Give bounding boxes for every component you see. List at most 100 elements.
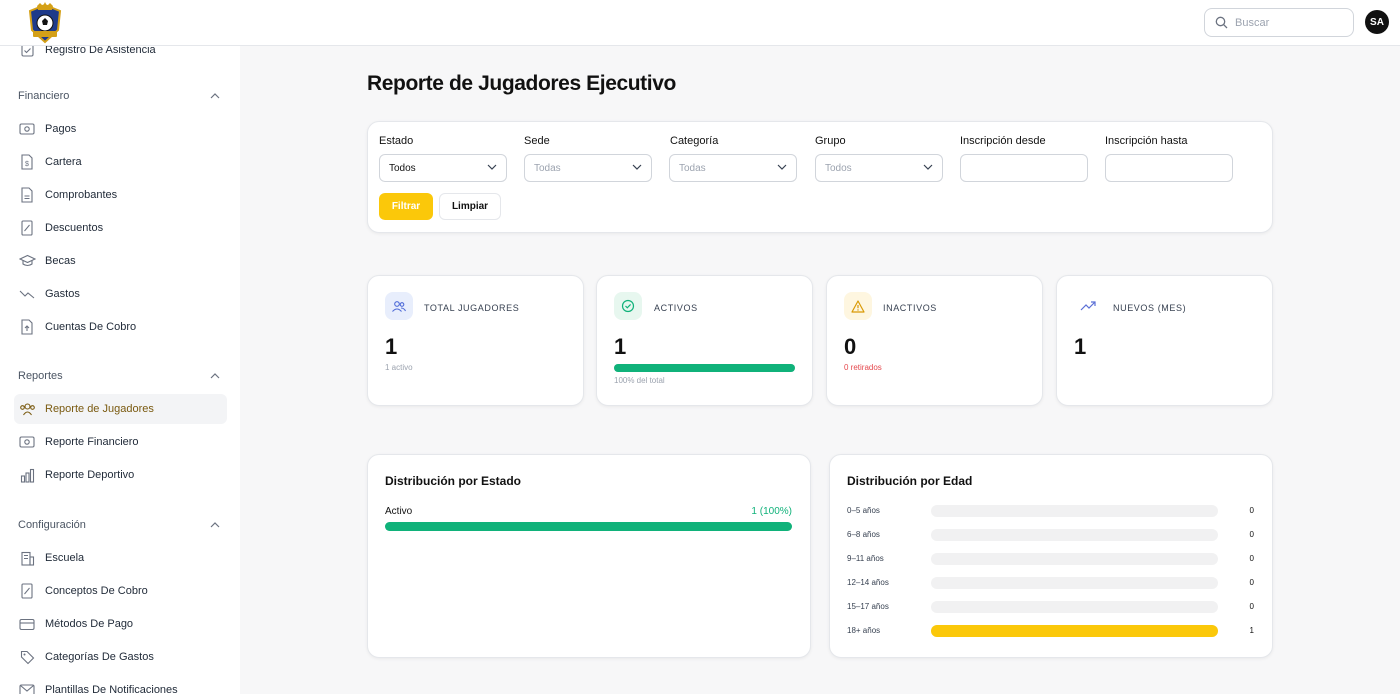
estado-value: Todos xyxy=(389,162,416,174)
sidebar-item-label: Métodos De Pago xyxy=(45,618,134,630)
svg-text:$: $ xyxy=(25,161,29,168)
sidebar-item-reporte-deportivo[interactable]: Reporte Deportivo xyxy=(14,460,227,490)
sidebar-item-registro-asistencia[interactable]: Registro De Asistencia xyxy=(14,46,227,65)
sede-value: Todas xyxy=(534,162,561,174)
sidebar-item-escuela[interactable]: Escuela xyxy=(14,543,227,573)
sidebar-item-pagos[interactable]: Pagos xyxy=(14,114,227,144)
stat-label-inactivos: INACTIVOS xyxy=(883,303,937,313)
credit-card-icon xyxy=(18,615,36,633)
sidebar-item-categorias-gastos[interactable]: Categorías De Gastos xyxy=(14,642,227,672)
sidebar-item-label: Plantillas De Notificaciones xyxy=(45,684,178,694)
graduation-cap-icon xyxy=(18,252,36,270)
chevron-down-icon xyxy=(632,164,642,170)
sidebar-item-label: Cartera xyxy=(45,156,82,168)
document-upload-icon xyxy=(18,318,36,336)
grupo-value: Todos xyxy=(825,162,852,174)
age-row-track xyxy=(931,625,1218,637)
estado-row-value: 1 (100%) xyxy=(751,506,792,517)
hasta-date-input[interactable] xyxy=(1105,154,1233,182)
user-avatar[interactable]: SA xyxy=(1365,10,1389,34)
sidebar-item-conceptos-cobro[interactable]: Conceptos De Cobro xyxy=(14,576,227,606)
stat-label-activos: ACTIVOS xyxy=(654,303,698,313)
chevron-up-icon xyxy=(210,373,220,379)
building-icon xyxy=(18,549,36,567)
clear-button[interactable]: Limpiar xyxy=(439,193,501,220)
tag-icon xyxy=(18,648,36,666)
age-row-value: 0 xyxy=(1249,554,1254,563)
sidebar-item-label: Gastos xyxy=(45,288,80,300)
sidebar-item-label: Becas xyxy=(45,255,76,267)
sidebar-item-label: Reporte de Jugadores xyxy=(45,403,154,415)
trending-down-icon xyxy=(18,285,36,303)
sidebar-section-financiero[interactable]: Financiero xyxy=(18,90,220,102)
warning-icon xyxy=(844,292,872,320)
edad-distribution-title: Distribución por Edad xyxy=(847,474,973,488)
sidebar-section-reportes[interactable]: Reportes xyxy=(18,370,220,382)
sidebar-item-comprobantes[interactable]: Comprobantes xyxy=(14,180,227,210)
section-label: Reportes xyxy=(18,370,63,382)
users-icon xyxy=(18,400,36,418)
sidebar-item-label: Categorías De Gastos xyxy=(45,651,154,663)
age-row-track xyxy=(931,529,1218,541)
sidebar-item-reporte-jugadores[interactable]: Reporte de Jugadores xyxy=(14,394,227,424)
mail-icon xyxy=(18,681,36,694)
school-logo[interactable] xyxy=(24,2,66,44)
estado-select[interactable]: Todos xyxy=(379,154,507,182)
stat-sub-activos: 100% del total xyxy=(614,376,665,385)
hasta-label: Inscripción hasta xyxy=(1105,135,1188,147)
sidebar-section-configuracion[interactable]: Configuración xyxy=(18,519,220,531)
grupo-label: Grupo xyxy=(815,135,846,147)
categoria-select[interactable]: Todas xyxy=(669,154,797,182)
section-label: Configuración xyxy=(18,519,86,531)
age-row-track xyxy=(931,505,1218,517)
stat-value-inactivos: 0 xyxy=(844,334,857,359)
sidebar-item-descuentos[interactable]: Descuentos xyxy=(14,213,227,243)
estado-row-fill xyxy=(385,522,792,531)
sede-label: Sede xyxy=(524,135,550,147)
document-icon xyxy=(18,186,36,204)
bar-chart-icon xyxy=(18,466,36,484)
sidebar-item-label: Escuela xyxy=(45,552,85,564)
stat-sub-total: 1 activo xyxy=(385,363,413,372)
sidebar-item-label: Comprobantes xyxy=(45,189,118,201)
top-bar: SA xyxy=(0,0,1400,46)
sidebar-item-plantillas-notificaciones[interactable]: Plantillas De Notificaciones xyxy=(14,675,227,694)
sidebar-item-label: Registro De Asistencia xyxy=(45,46,156,56)
stat-sub-inactivos: 0 retirados xyxy=(844,363,882,372)
stat-value-total: 1 xyxy=(385,334,398,359)
age-row-track xyxy=(931,553,1218,565)
estado-label: Estado xyxy=(379,135,414,147)
stat-value-nuevos: 1 xyxy=(1074,334,1087,359)
money-icon xyxy=(18,120,36,138)
stat-value-activos: 1 xyxy=(614,334,627,359)
age-row-label: 9–11 años xyxy=(847,554,884,563)
stat-label-nuevos: NUEVOS (MES) xyxy=(1113,303,1187,313)
estado-row-label: Activo xyxy=(385,506,413,517)
age-row-label: 12–14 años xyxy=(847,578,889,587)
users-icon xyxy=(385,292,413,320)
desde-date-input[interactable] xyxy=(960,154,1088,182)
sidebar-item-cartera[interactable]: $ Cartera xyxy=(14,147,227,177)
sidebar-item-label: Reporte Deportivo xyxy=(45,469,135,481)
sidebar-item-label: Descuentos xyxy=(45,222,104,234)
search-box[interactable] xyxy=(1204,8,1354,37)
grupo-select[interactable]: Todos xyxy=(815,154,943,182)
sidebar-item-becas[interactable]: Becas xyxy=(14,246,227,276)
checklist-icon xyxy=(18,46,36,59)
document-dollar-icon: $ xyxy=(18,153,36,171)
sidebar-item-cuentas-cobro[interactable]: Cuentas De Cobro xyxy=(14,312,227,342)
sidebar-item-metodos-pago[interactable]: Métodos De Pago xyxy=(14,609,227,639)
sidebar-item-gastos[interactable]: Gastos xyxy=(14,279,227,309)
search-input[interactable] xyxy=(1235,9,1350,36)
check-circle-icon xyxy=(614,292,642,320)
sidebar-item-reporte-financiero[interactable]: Reporte Financiero xyxy=(14,427,227,457)
sede-select[interactable]: Todas xyxy=(524,154,652,182)
page-title: Reporte de Jugadores Ejecutivo xyxy=(367,72,676,95)
activos-progress-track xyxy=(614,364,795,372)
age-row-value: 0 xyxy=(1249,602,1254,611)
section-label: Financiero xyxy=(18,90,70,102)
filter-button[interactable]: Filtrar xyxy=(379,193,433,220)
sidebar-item-label: Conceptos De Cobro xyxy=(45,585,148,597)
chevron-up-icon xyxy=(210,522,220,528)
estado-distribution-title: Distribución por Estado xyxy=(385,474,522,488)
